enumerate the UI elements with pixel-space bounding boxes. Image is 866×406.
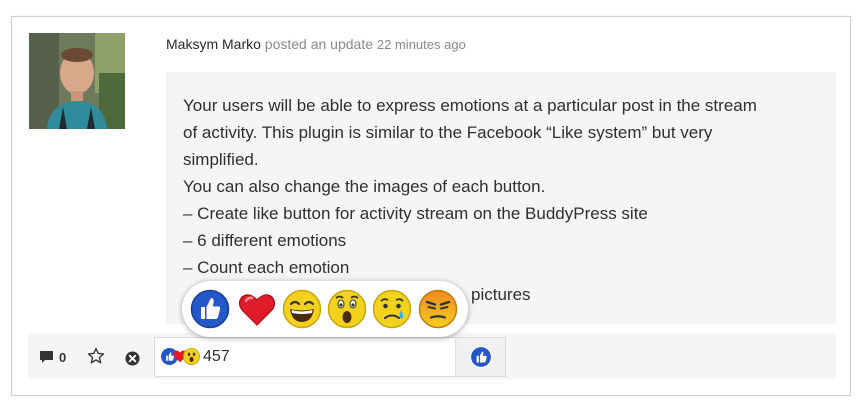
comment-button[interactable]: 0: [40, 350, 66, 365]
reaction-like-button[interactable]: [190, 289, 230, 329]
heart-icon: [238, 294, 276, 326]
content-line: – Create like button for activity stream…: [183, 204, 648, 223]
thumbs-up-icon: [190, 289, 230, 329]
reaction-haha-button[interactable]: [282, 289, 322, 329]
content-line: – 6 different emotions: [183, 231, 347, 250]
wow-face-icon: [327, 289, 367, 329]
reactions-bar[interactable]: 457: [154, 337, 506, 377]
content-line: You can also change the images of each b…: [183, 177, 546, 196]
laughing-face-icon: [282, 289, 322, 329]
avatar[interactable]: [29, 33, 125, 129]
star-icon: [87, 347, 105, 364]
like-button[interactable]: [455, 338, 505, 376]
reaction-summary[interactable]: [155, 337, 203, 377]
activity-actions: 0 457: [28, 333, 836, 379]
comment-count: 0: [59, 350, 67, 365]
content-line: simplified.: [183, 150, 259, 169]
activity-header: Maksym Marko posted an update 22 minutes…: [166, 36, 466, 52]
angry-face-icon: [418, 289, 458, 329]
reaction-count: 457: [203, 348, 230, 365]
thumbs-up-icon: [469, 346, 492, 368]
wow-icon: [183, 348, 200, 370]
avatar-photo: [29, 33, 125, 129]
comment-icon: [40, 351, 53, 363]
reaction-sad-button[interactable]: [372, 289, 412, 329]
content-line: of activity. This plugin is similar to t…: [183, 123, 713, 142]
favorite-button[interactable]: [87, 347, 105, 370]
activity-action-text: posted an update: [264, 36, 374, 52]
reaction-wow-button[interactable]: [327, 289, 367, 329]
content-line: Your users will be able to express emoti…: [183, 96, 757, 115]
reaction-love-button[interactable]: [237, 289, 277, 329]
reaction-angry-button[interactable]: [418, 289, 458, 329]
timestamp[interactable]: 22 minutes ago: [377, 37, 466, 52]
delete-button[interactable]: [125, 351, 140, 371]
sad-face-icon: [372, 289, 412, 329]
activity-card: Maksym Marko posted an update 22 minutes…: [11, 16, 851, 396]
close-circle-icon: [125, 351, 140, 366]
reaction-picker-popup: [182, 281, 468, 337]
content-line: – Count each emotion: [183, 258, 350, 277]
author-link[interactable]: Maksym Marko: [166, 36, 261, 52]
